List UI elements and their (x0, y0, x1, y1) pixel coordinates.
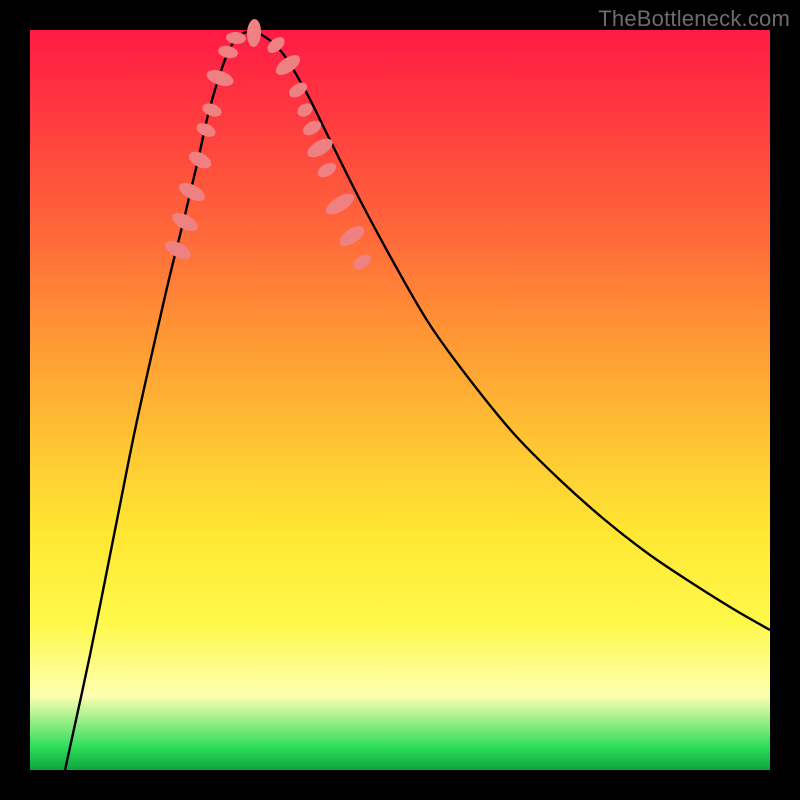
curve-marker (336, 222, 367, 249)
watermark-text: TheBottleneck.com (598, 6, 790, 32)
chart-frame: TheBottleneck.com (0, 0, 800, 800)
curve-marker (217, 44, 239, 60)
bottleneck-curve (65, 31, 770, 770)
plot-area (30, 30, 770, 770)
curve-marker (304, 135, 335, 161)
curve-marker (350, 251, 373, 272)
curve-marker (323, 190, 358, 219)
curve-svg (30, 30, 770, 770)
curve-marker (246, 19, 261, 48)
curve-marker (273, 51, 304, 79)
curve-marker (286, 80, 309, 101)
marker-layer (162, 19, 373, 273)
curve-marker (315, 160, 338, 180)
